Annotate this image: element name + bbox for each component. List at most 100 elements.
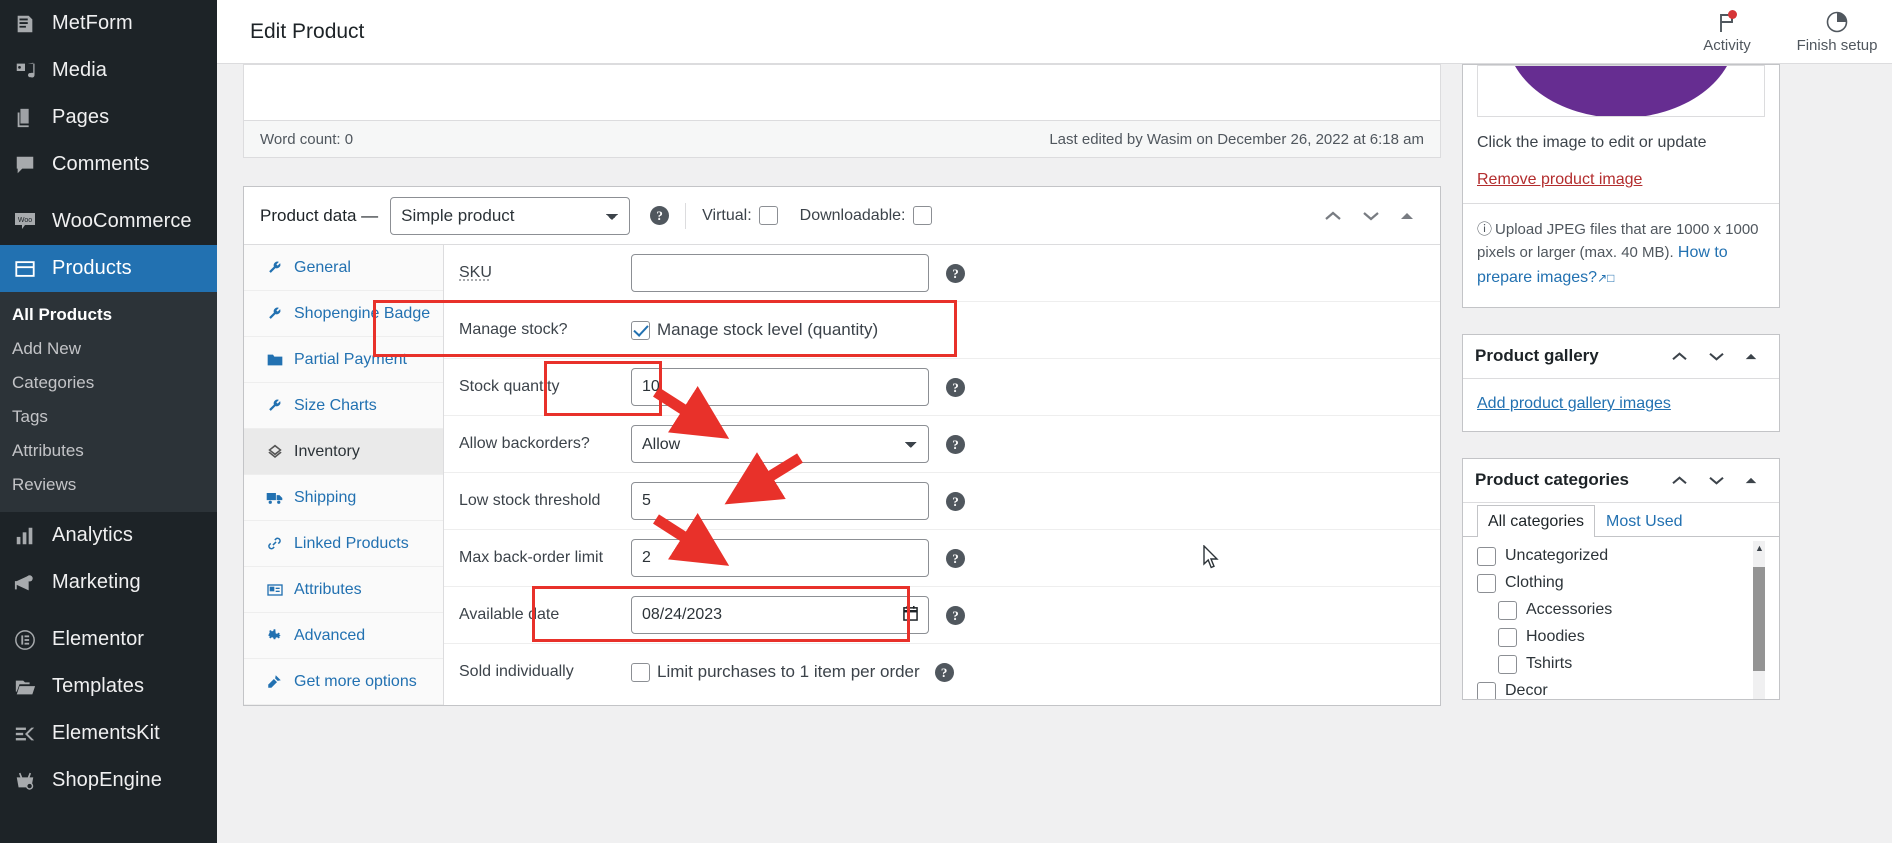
gallery-move-up-button[interactable] [1661, 350, 1698, 363]
virtual-checkbox-group[interactable]: Virtual: [702, 206, 778, 225]
allow-backorders-select[interactable]: Allow [631, 425, 929, 463]
virtual-label: Virtual: [702, 207, 752, 225]
product-image-box: Click the image to edit or update Remove… [1462, 64, 1780, 308]
sidebar-item-comments[interactable]: Comments [0, 141, 217, 188]
sidebar-item-elementor[interactable]: Elementor [0, 616, 217, 663]
list-item[interactable]: Tshirts [1477, 651, 1765, 678]
info-icon: ⓘ [1477, 221, 1492, 238]
gallery-toggle-button[interactable] [1735, 351, 1767, 362]
sidebar-item-metform[interactable]: MetForm [0, 0, 217, 47]
category-checkbox[interactable] [1477, 682, 1496, 699]
product-type-help-icon[interactable]: ? [650, 206, 669, 225]
submenu-item-tags[interactable]: Tags [0, 400, 217, 434]
category-checkbox[interactable] [1498, 601, 1517, 620]
remove-product-image-link[interactable]: Remove product image [1477, 171, 1642, 189]
category-tabs: All categories Most Used [1463, 504, 1779, 537]
tab-all-categories[interactable]: All categories [1477, 505, 1595, 537]
allow-backorders-help-icon[interactable]: ? [946, 435, 965, 454]
submenu-item-reviews[interactable]: Reviews [0, 468, 217, 502]
sidebar-item-products[interactable]: Products [0, 245, 217, 292]
move-up-button[interactable] [1314, 209, 1352, 223]
scrollbar-thumb[interactable] [1753, 567, 1765, 671]
stock-quantity-input[interactable] [631, 368, 929, 406]
sku-input[interactable] [631, 254, 929, 292]
submenu-item-add-new[interactable]: Add New [0, 332, 217, 366]
shopengine-icon [12, 768, 38, 794]
scroll-up-icon[interactable]: ▲ [1755, 543, 1764, 553]
product-image-thumbnail[interactable] [1477, 65, 1765, 117]
tab-label: Size Charts [294, 397, 377, 415]
sidebar-item-shopengine[interactable]: ShopEngine [0, 757, 217, 804]
available-date-value: 08/24/2023 [642, 606, 722, 624]
available-date-input[interactable]: 08/24/2023 [631, 596, 929, 634]
max-backorder-limit-help-icon[interactable]: ? [946, 549, 965, 568]
wrench-icon [266, 398, 283, 413]
max-backorder-limit-input[interactable] [631, 539, 929, 577]
tab-attributes[interactable]: Attributes [244, 567, 443, 613]
sku-help-icon[interactable]: ? [946, 264, 965, 283]
low-stock-threshold-input[interactable] [631, 482, 929, 520]
sidebar-item-label: ShopEngine [52, 769, 162, 792]
sidebar-item-templates[interactable]: Templates [0, 663, 217, 710]
submenu-item-attributes[interactable]: Attributes [0, 434, 217, 468]
word-count-label: Word count: 0 [260, 131, 353, 148]
sidebar-item-elementskit[interactable]: ElementsKit [0, 710, 217, 757]
editor-content-area[interactable] [244, 65, 1440, 120]
gallery-move-down-button[interactable] [1698, 350, 1735, 363]
submenu-item-all-products[interactable]: All Products [0, 298, 217, 332]
virtual-checkbox[interactable] [759, 206, 778, 225]
move-down-button[interactable] [1352, 209, 1390, 223]
tab-advanced[interactable]: Advanced [244, 613, 443, 659]
category-checkbox[interactable] [1477, 574, 1496, 593]
tab-linked-products[interactable]: Linked Products [244, 521, 443, 567]
list-item[interactable]: Accessories [1477, 597, 1765, 624]
available-date-help-icon[interactable]: ? [946, 606, 965, 625]
manage-stock-checkbox-group[interactable]: Manage stock level (quantity) [631, 320, 878, 340]
sidebar-item-marketing[interactable]: Marketing [0, 559, 217, 606]
tab-shipping[interactable]: Shipping [244, 475, 443, 521]
categories-move-up-button[interactable] [1661, 474, 1698, 487]
sidebar-item-pages[interactable]: Pages [0, 94, 217, 141]
list-item[interactable]: Hoodies [1477, 624, 1765, 651]
category-checkbox[interactable] [1477, 547, 1496, 566]
category-checkbox[interactable] [1498, 655, 1517, 674]
downloadable-checkbox-group[interactable]: Downloadable: [800, 206, 932, 225]
tab-label: Shopengine Badge [294, 305, 430, 323]
sold-individually-label: Sold individually [459, 663, 631, 681]
tab-size-charts[interactable]: Size Charts [244, 383, 443, 429]
tab-most-used[interactable]: Most Used [1595, 505, 1693, 537]
add-product-gallery-images-link[interactable]: Add product gallery images [1477, 395, 1671, 412]
calendar-icon[interactable] [903, 605, 918, 626]
category-list-scrollbar[interactable]: ▲ [1753, 541, 1765, 699]
sold-individually-help-icon[interactable]: ? [935, 663, 954, 682]
activity-button[interactable]: Activity [1672, 0, 1782, 64]
low-stock-threshold-help-icon[interactable]: ? [946, 492, 965, 511]
product-type-select[interactable]: Simple product [390, 197, 630, 235]
pages-icon [12, 105, 38, 131]
sidebar-item-woocommerce[interactable]: Woo WooCommerce [0, 198, 217, 245]
tab-shopengine-badge[interactable]: Shopengine Badge [244, 291, 443, 337]
sold-individually-row: Sold individually Limit purchases to 1 i… [444, 644, 1440, 700]
list-item[interactable]: Uncategorized [1477, 543, 1765, 570]
categories-toggle-button[interactable] [1735, 475, 1767, 486]
downloadable-checkbox[interactable] [913, 206, 932, 225]
toggle-panel-button[interactable] [1390, 210, 1424, 222]
sidebar-item-analytics[interactable]: Analytics [0, 512, 217, 559]
stock-quantity-help-icon[interactable]: ? [946, 378, 965, 397]
list-item[interactable]: Decor [1477, 678, 1765, 699]
sidebar-item-media[interactable]: Media [0, 47, 217, 94]
tab-inventory[interactable]: Inventory [244, 429, 443, 475]
finish-setup-button[interactable]: Finish setup [1782, 0, 1892, 64]
tab-general[interactable]: General [244, 245, 443, 291]
manage-stock-checkbox[interactable] [631, 321, 650, 340]
category-checkbox[interactable] [1498, 628, 1517, 647]
list-item[interactable]: Clothing [1477, 570, 1765, 597]
submenu-item-categories[interactable]: Categories [0, 366, 217, 400]
tab-get-more-options[interactable]: Get more options [244, 659, 443, 705]
categories-move-down-button[interactable] [1698, 474, 1735, 487]
tab-partial-payment[interactable]: Partial Payment [244, 337, 443, 383]
sold-individually-checkbox[interactable] [631, 663, 650, 682]
analytics-icon [12, 523, 38, 549]
sold-individually-checkbox-group[interactable]: Limit purchases to 1 item per order ? [631, 662, 954, 682]
tab-label: Attributes [294, 581, 362, 599]
